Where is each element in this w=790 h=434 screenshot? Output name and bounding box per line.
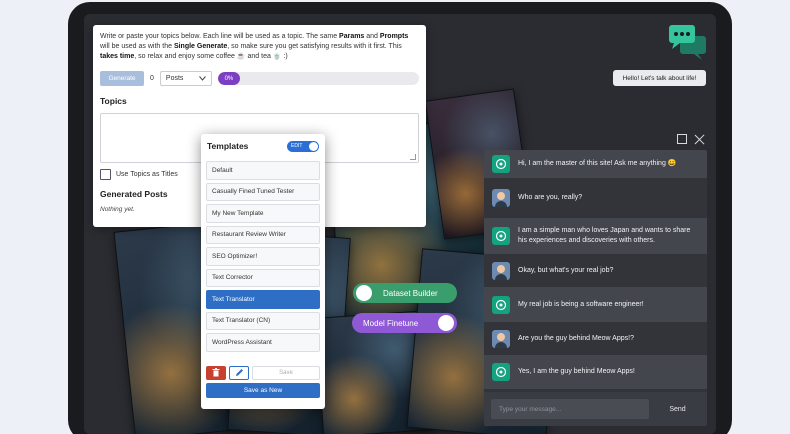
chat-message-ai: My real job is being a software engineer…	[484, 287, 707, 322]
message-text: I am a simple man who loves Japan and wa…	[518, 227, 691, 244]
openai-icon	[495, 366, 507, 378]
model-finetune-label: Model Finetune	[363, 318, 419, 328]
posts-type-select[interactable]: Posts	[159, 71, 212, 86]
toggle-knob	[438, 315, 454, 331]
templates-header: Templates EDIT	[206, 139, 320, 153]
save-as-new-button[interactable]: Save as New	[206, 382, 320, 398]
message-text: Okay, but what's your real job?	[518, 266, 614, 274]
progress-fill: 0%	[217, 72, 240, 85]
bot-avatar	[492, 363, 510, 381]
use-topics-label: Use Topics as Titles	[116, 171, 178, 178]
template-item[interactable]: Casually Fined Tuned Tester	[206, 182, 320, 201]
message-text: Yes, I am the guy behind Meow Apps!	[518, 368, 635, 375]
bot-avatar	[492, 227, 510, 245]
chat-panel: Hi, I am the master of this site! Ask me…	[484, 150, 707, 426]
generator-intro: Write or paste your topics below. Each l…	[100, 33, 409, 60]
posts-select-value: Posts	[165, 75, 184, 82]
edit-toggle-label: EDIT	[291, 143, 303, 149]
template-list: Default Casually Fined Tuned Tester My N…	[206, 161, 320, 352]
close-icon[interactable]	[694, 134, 705, 145]
edit-toggle[interactable]: EDIT	[287, 140, 319, 152]
maximize-icon[interactable]	[677, 134, 687, 144]
chat-window-controls	[677, 134, 705, 145]
post-count: 0	[150, 75, 154, 82]
template-item[interactable]: Text Corrector	[206, 268, 320, 287]
template-item[interactable]: My New Template	[206, 204, 320, 223]
user-avatar	[492, 261, 510, 280]
trash-icon	[212, 368, 220, 377]
generator-controls: Generate 0 Posts 0%	[100, 71, 419, 86]
templates-title: Templates	[207, 141, 249, 151]
user-avatar	[492, 189, 510, 207]
chat-message-input[interactable]: Type your message...	[491, 399, 649, 419]
model-finetune-toggle[interactable]: Model Finetune	[352, 313, 457, 333]
user-avatar	[492, 329, 510, 348]
chat-message-ai: Hi, I am the master of this site! Ask me…	[484, 150, 707, 178]
templates-panel: Templates EDIT Default Casually Fined Tu…	[201, 134, 325, 409]
chat-message-ai: Yes, I am the guy behind Meow Apps!	[484, 355, 707, 389]
template-item[interactable]: SEO Optimizer!	[206, 247, 320, 266]
edit-template-button[interactable]	[229, 365, 249, 380]
chat-greeting[interactable]: Hello! Let's talk about life!	[613, 70, 706, 86]
send-button[interactable]: Send	[655, 399, 700, 419]
chat-input-row: Type your message... Send	[484, 392, 707, 426]
template-item[interactable]: WordPress Assistant	[206, 333, 320, 352]
dataset-builder-label: Dataset Builder	[383, 288, 438, 298]
bot-avatar	[492, 155, 510, 173]
template-item-selected[interactable]: Text Translator	[206, 290, 320, 309]
template-actions: Save	[206, 365, 320, 380]
generate-button[interactable]: Generate	[100, 71, 144, 86]
openai-icon	[495, 158, 507, 170]
dataset-builder-toggle[interactable]: Dataset Builder	[353, 283, 457, 303]
chevron-down-icon	[199, 76, 206, 81]
chat-message-user: Okay, but what's your real job?	[484, 254, 707, 287]
message-text: Hi, I am the master of this site! Ask me…	[518, 160, 677, 167]
progress-bar: 0%	[217, 72, 419, 85]
chat-bubbles-icon[interactable]	[668, 24, 708, 62]
chat-message-user: Who are you, really?	[484, 178, 707, 218]
message-text: Who are you, really?	[518, 194, 583, 201]
toggle-knob	[356, 285, 372, 301]
pencil-icon	[235, 369, 243, 376]
use-topics-checkbox[interactable]	[100, 169, 111, 180]
delete-template-button[interactable]	[206, 365, 226, 380]
chat-message-user: Are you the guy behind Meow Apps!?	[484, 322, 707, 355]
template-item[interactable]: Restaurant Review Writer	[206, 225, 320, 244]
message-text: My real job is being a software engineer…	[518, 300, 644, 308]
template-item[interactable]: Default	[206, 161, 320, 180]
openai-icon	[495, 299, 507, 310]
topics-heading: Topics	[100, 96, 127, 106]
save-template-button[interactable]: Save	[252, 365, 320, 380]
chat-message-ai: I am a simple man who loves Japan and wa…	[484, 218, 707, 254]
openai-icon	[495, 230, 507, 242]
message-text: Are you the guy behind Meow Apps!?	[518, 334, 634, 342]
bot-avatar	[492, 295, 510, 314]
template-item[interactable]: Text Translator (CN)	[206, 311, 320, 330]
